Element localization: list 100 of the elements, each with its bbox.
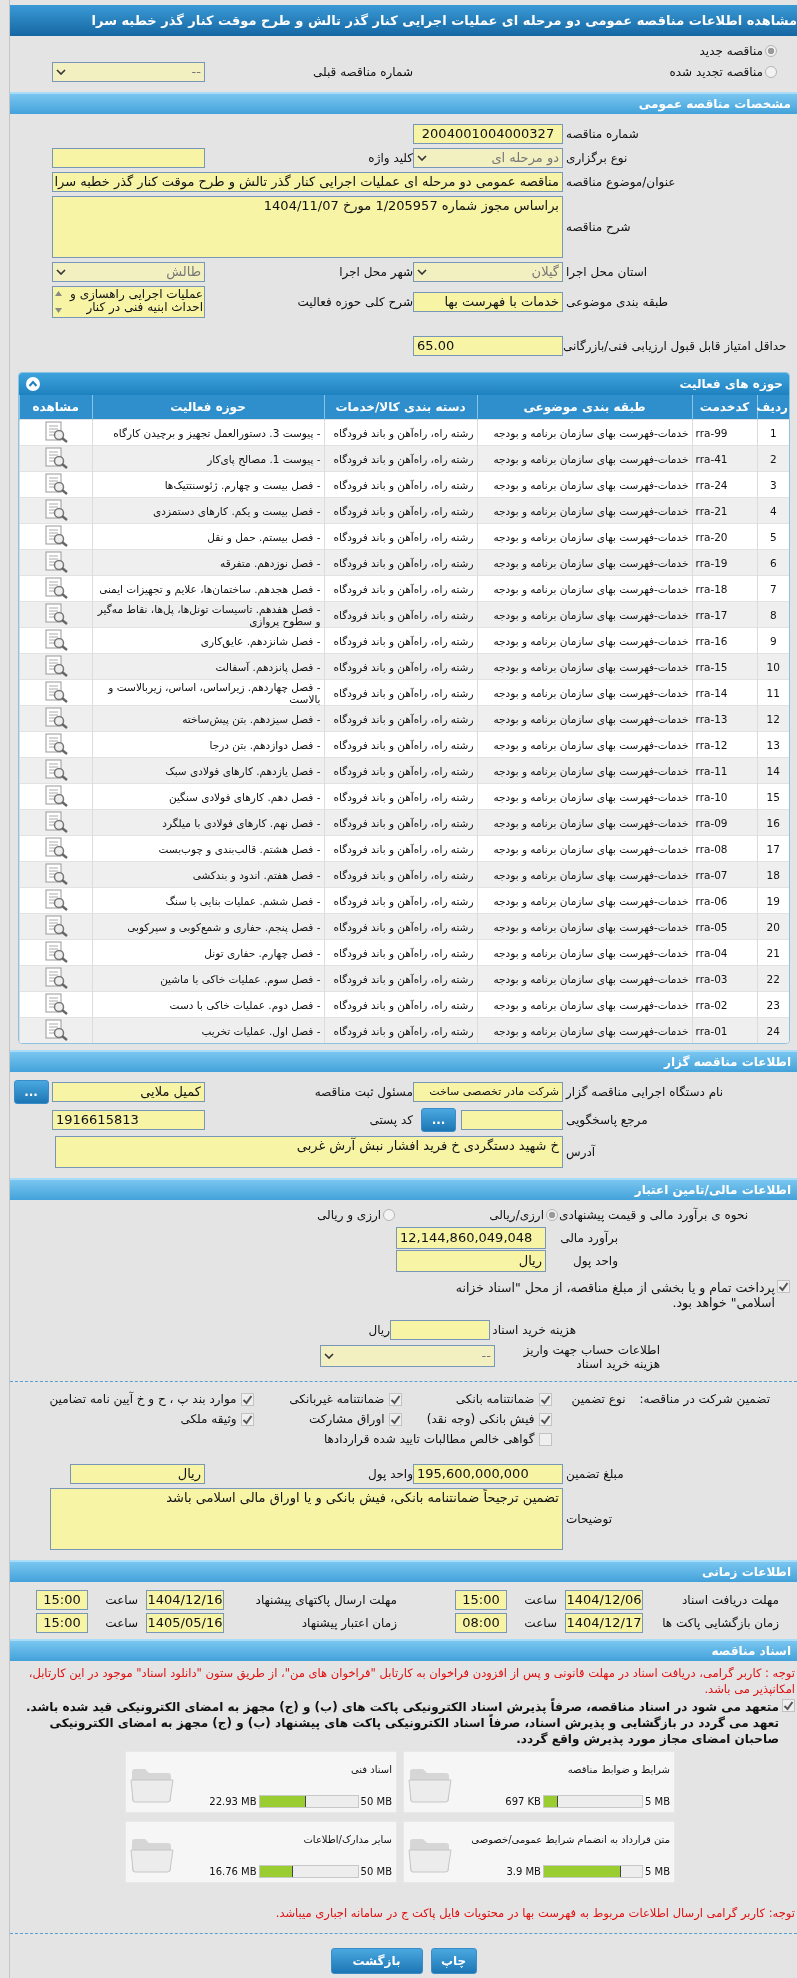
checkbox[interactable] — [782, 1699, 795, 1712]
more-button[interactable]: ... — [421, 1108, 456, 1132]
checkbox[interactable] — [538, 1412, 552, 1426]
text-field[interactable]: ریال — [70, 1464, 205, 1484]
field-label: آدرس — [565, 1145, 597, 1159]
document-search-icon[interactable] — [42, 914, 69, 937]
field-label: اطلاعات حساب جهت واریز هزینه خرید اسناد — [522, 1343, 660, 1371]
radio-button[interactable] — [765, 45, 777, 57]
field-label: زمان اعتبار پیشنهاد — [300, 1616, 398, 1630]
column-header: مشاهده — [19, 395, 92, 420]
table-cell: رشته راه، راه‌آهن و باند فرودگاه — [324, 965, 477, 992]
document-search-icon[interactable] — [42, 472, 69, 495]
action-button[interactable]: چاپ — [430, 1948, 477, 1974]
document-search-icon[interactable] — [42, 680, 69, 703]
table-cell: 18 — [757, 861, 789, 888]
select-field[interactable]: طالش — [52, 262, 205, 282]
field-label: شرح کلی حوزه فعالیت — [297, 295, 413, 309]
table-cell: خدمات-فهرست بهای سازمان برنامه و بودجه — [477, 1017, 692, 1043]
checkbox[interactable] — [777, 1280, 790, 1293]
document-search-icon[interactable] — [42, 706, 69, 729]
document-search-icon[interactable] — [42, 888, 69, 911]
document-search-icon[interactable] — [42, 992, 69, 1015]
text-field[interactable] — [390, 1320, 490, 1340]
text-field[interactable]: خدمات با فهرست بها — [413, 292, 563, 312]
time-field[interactable]: 15:00 — [36, 1590, 88, 1610]
size-used: 697 KB — [505, 1796, 541, 1807]
checkbox[interactable] — [538, 1432, 552, 1446]
table-cell: رشته راه، راه‌آهن و باند فرودگاه — [324, 913, 477, 940]
radio-button[interactable] — [383, 1209, 396, 1221]
document-search-icon[interactable] — [42, 420, 69, 443]
document-search-icon[interactable] — [42, 628, 69, 651]
notice-text: توجه: کاربر گرامی ارسال اطلاعات مربوط به فهرست بها در محتویات فایل پاکت ج در سامانه اجباری میباشد. — [274, 1905, 796, 1921]
checkbox-label: موارد بند پ ، ح و خ آیین نامه تضامین — [49, 1392, 237, 1406]
text-field[interactable]: ریال — [396, 1250, 546, 1272]
text-field[interactable]: 65.00 — [413, 336, 563, 356]
document-search-icon[interactable] — [42, 810, 69, 833]
text-field[interactable]: مناقصه عمومی دو مرحله ای عملیات اجرایی کنار گذر تالش و طرح موقت کنار گذر خطبه سرا — [52, 172, 563, 192]
table-cell: rra-21 — [692, 497, 757, 524]
table-cell: 2 — [757, 445, 789, 472]
select-field[interactable]: گیلان — [413, 262, 563, 282]
document-search-icon[interactable] — [42, 602, 69, 625]
time-field[interactable]: 08:00 — [455, 1613, 507, 1633]
action-button[interactable]: بازگشت — [330, 1948, 423, 1974]
checkbox[interactable] — [388, 1412, 402, 1426]
radio-label: ارزی و ریالی — [317, 1208, 382, 1222]
document-search-icon[interactable] — [42, 836, 69, 859]
checkbox[interactable] — [240, 1392, 254, 1406]
field-label: عنوان/موضوع مناقصه — [565, 175, 677, 189]
text-field[interactable]: کمیل ملایی — [52, 1082, 205, 1102]
text-field[interactable]: 12,144,860,049,048 — [396, 1227, 546, 1249]
more-button[interactable]: ... — [13, 1080, 49, 1104]
list-box[interactable]: عملیات اجرایی راهسازی و احداث ابنیه فنی در کنار — [52, 286, 205, 318]
document-search-icon[interactable] — [42, 1018, 69, 1041]
text-area[interactable]: خ شهید دستگردی خ فرید افشار نبش آرش غربی — [55, 1136, 563, 1168]
table-cell: 22 — [757, 965, 789, 992]
document-search-icon[interactable] — [42, 966, 69, 989]
time-field[interactable]: 15:00 — [455, 1590, 507, 1610]
radio-button[interactable] — [765, 66, 777, 78]
field-label: حداقل امتیاز قابل قبول ارزیابی فنی/بازرگانی — [563, 339, 788, 353]
checkmark-icon — [241, 1413, 253, 1425]
document-search-icon[interactable] — [42, 498, 69, 521]
select-field[interactable]: -- — [52, 62, 205, 82]
checkbox[interactable] — [538, 1392, 552, 1406]
text-field[interactable]: 1916615813 — [52, 1110, 205, 1130]
select-field[interactable]: -- — [320, 1345, 495, 1367]
text-area[interactable]: براساس مجوز شماره 1/205957 مورخ 1404/11/07 — [52, 196, 563, 258]
checkbox[interactable] — [240, 1412, 254, 1426]
table-cell: rra-17 — [692, 601, 757, 628]
date-field[interactable]: 1404/12/06 — [565, 1590, 643, 1610]
text-field[interactable]: شرکت مادر تخصصی ساخت — [413, 1082, 563, 1102]
date-field[interactable]: 1405/05/16 — [146, 1613, 224, 1633]
time-field[interactable]: 15:00 — [36, 1613, 88, 1633]
document-search-icon[interactable] — [42, 576, 69, 599]
document-search-icon[interactable] — [42, 446, 69, 469]
document-search-icon[interactable] — [42, 550, 69, 573]
text-field[interactable]: 195,600,000,000 — [413, 1464, 563, 1484]
table-cell: 6 — [757, 549, 789, 576]
document-search-icon[interactable] — [42, 758, 69, 781]
table-cell: - فصل پانزدهم. آسفالت — [92, 653, 324, 680]
checkbox-label: پرداخت تمام و یا بخشی از مبلغ مناقصه، از محل "اسناد خزانه اسلامی" خواهد بود. — [454, 1280, 775, 1310]
table-cell: رشته راه، راه‌آهن و باند فرودگاه — [324, 757, 477, 784]
date-field[interactable]: 1404/12/16 — [146, 1590, 224, 1610]
text-field[interactable] — [52, 148, 205, 168]
radio-button[interactable] — [546, 1209, 558, 1221]
text-area[interactable]: تضمین ترجیحاً ضمانتنامه بانکی، فیش بانکی و یا اوراق مالی اسلامی باشد — [50, 1488, 563, 1550]
field-label: نوع تضمین — [571, 1392, 627, 1406]
document-search-icon[interactable] — [42, 940, 69, 963]
checkmark-icon — [783, 1700, 794, 1711]
size-used: 16.76 MB — [209, 1866, 257, 1877]
checkbox[interactable] — [388, 1392, 402, 1406]
document-search-icon[interactable] — [42, 654, 69, 677]
select-field[interactable]: دو مرحله ای — [413, 148, 563, 168]
document-search-icon[interactable] — [42, 732, 69, 755]
date-field[interactable]: 1404/12/17 — [565, 1613, 643, 1633]
document-search-icon[interactable] — [42, 524, 69, 547]
document-search-icon[interactable] — [42, 862, 69, 885]
document-search-icon[interactable] — [42, 784, 69, 807]
collapse-icon[interactable] — [25, 376, 41, 392]
text-field[interactable]: 2004001004000327 — [413, 124, 563, 144]
text-field[interactable] — [461, 1110, 563, 1130]
